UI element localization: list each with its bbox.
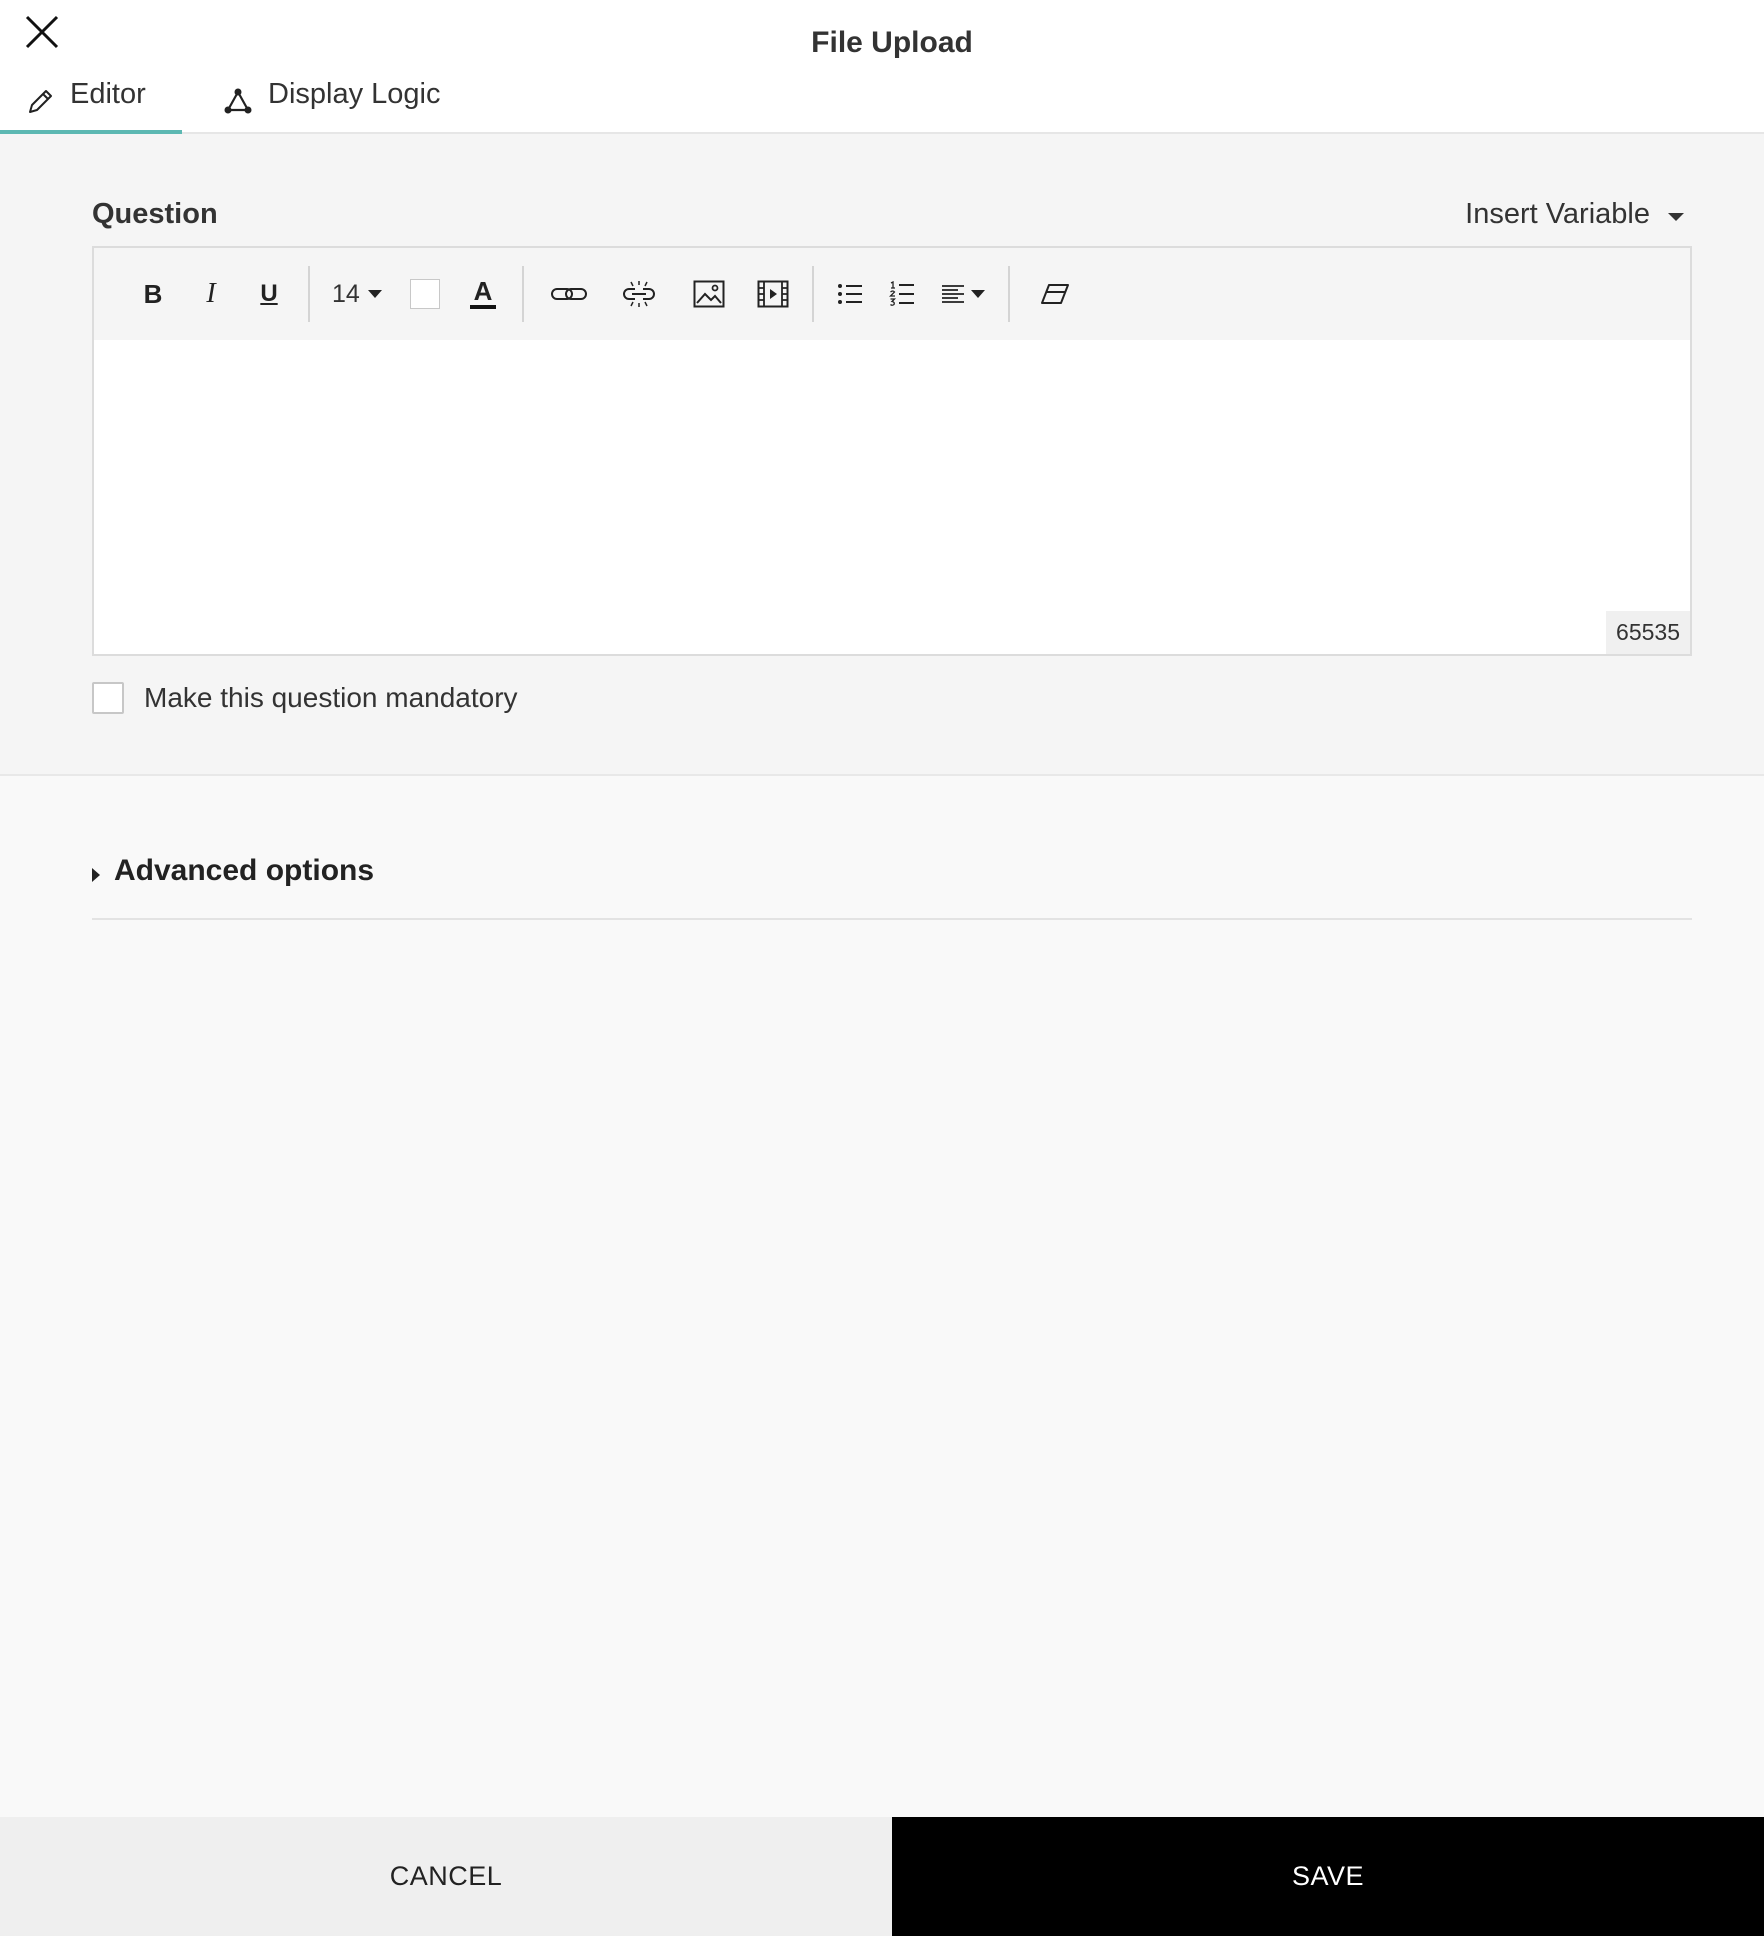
advanced-options-label: Advanced options <box>114 854 375 887</box>
text-color-icon: A <box>470 276 496 309</box>
mandatory-checkbox-row[interactable]: Make this question mandatory <box>92 682 518 714</box>
align-left-icon <box>942 285 964 303</box>
background-color-button[interactable] <box>396 265 454 323</box>
image-icon <box>693 280 725 308</box>
bulleted-list-icon <box>838 284 862 304</box>
character-counter: 65535 <box>1606 611 1690 654</box>
toolbar-divider <box>1008 266 1010 322</box>
question-label: Question <box>92 198 218 230</box>
underline-icon: U <box>260 280 278 307</box>
alignment-dropdown[interactable] <box>928 265 998 323</box>
underline-button[interactable]: U <box>240 265 298 323</box>
unlink-icon <box>623 281 655 307</box>
font-size-value: 14 <box>332 279 360 308</box>
mandatory-checkbox[interactable] <box>92 682 124 714</box>
insert-variable-dropdown[interactable]: Insert Variable <box>1465 198 1684 231</box>
italic-icon: I <box>206 278 216 309</box>
tab-editor-label: Editor <box>70 78 146 110</box>
logic-nodes-icon <box>224 88 252 114</box>
bold-icon: B <box>143 278 163 309</box>
insert-link-button[interactable] <box>534 265 604 323</box>
dialog-footer: CANCEL SAVE <box>0 1817 1764 1936</box>
clear-formatting-button[interactable] <box>1020 265 1090 323</box>
italic-button[interactable]: I <box>182 265 240 323</box>
caret-right-icon <box>92 868 100 882</box>
file-upload-dialog: File Upload Editor Display Logic Questio… <box>0 0 1764 1936</box>
dialog-header: File Upload Editor Display Logic <box>0 0 1764 134</box>
insert-video-button[interactable] <box>744 265 802 323</box>
font-size-dropdown[interactable]: 14 <box>320 265 396 323</box>
tab-editor[interactable]: Editor <box>0 78 182 134</box>
insert-image-button[interactable] <box>674 265 744 323</box>
color-swatch-icon <box>410 279 440 309</box>
question-text-area[interactable] <box>94 340 1690 654</box>
text-color-button[interactable]: A <box>454 265 512 323</box>
numbered-list-button[interactable] <box>876 265 928 323</box>
chevron-down-icon <box>971 290 985 298</box>
tab-display-logic[interactable]: Display Logic <box>222 78 440 134</box>
bulleted-list-button[interactable] <box>824 265 876 323</box>
pencil-icon <box>29 90 52 113</box>
chevron-down-icon <box>367 290 382 298</box>
remove-link-button[interactable] <box>604 265 674 323</box>
save-button[interactable]: SAVE <box>892 1817 1764 1936</box>
rich-text-editor: B I U 14 A 65535 <box>92 246 1692 656</box>
text-color-glyph: A <box>473 276 493 306</box>
tab-display-logic-label: Display Logic <box>268 78 441 110</box>
toolbar-divider <box>812 266 814 322</box>
toolbar-divider <box>522 266 524 322</box>
advanced-options-toggle[interactable]: Advanced options <box>92 854 1692 920</box>
link-icon <box>551 288 587 300</box>
mandatory-label: Make this question mandatory <box>144 682 518 713</box>
toolbar-divider <box>308 266 310 322</box>
insert-variable-label: Insert Variable <box>1465 198 1650 230</box>
chevron-down-icon <box>1668 212 1684 221</box>
bold-button[interactable]: B <box>124 265 182 323</box>
editor-toolbar: B I U 14 A <box>94 248 1690 340</box>
numbered-list-icon <box>889 281 914 306</box>
eraser-icon <box>1041 284 1069 304</box>
question-section: Question Insert Variable B I U 14 A 6553… <box>0 134 1764 776</box>
cancel-button[interactable]: CANCEL <box>0 1817 892 1936</box>
video-icon <box>757 280 789 308</box>
dialog-title: File Upload <box>811 26 973 59</box>
